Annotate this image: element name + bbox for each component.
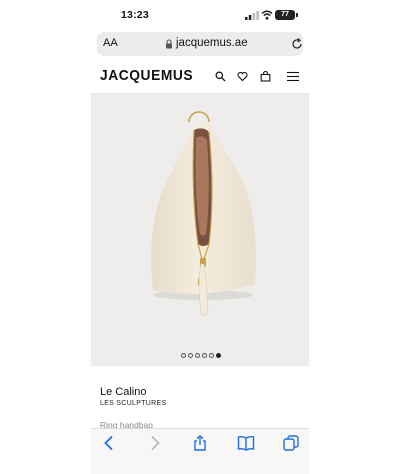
text-size-button[interactable]: AA: [103, 37, 118, 49]
product-image[interactable]: [91, 94, 309, 366]
carousel-dot[interactable]: [188, 353, 193, 358]
carousel-dot[interactable]: [216, 353, 221, 358]
bookmarks-icon[interactable]: [237, 435, 255, 451]
signal-icon: [245, 11, 259, 20]
carousel-dot[interactable]: [195, 353, 200, 358]
site-header: JACQUEMUS: [91, 58, 309, 94]
reload-icon[interactable]: [291, 38, 303, 50]
status-bar: 13:23 77: [91, 0, 309, 30]
battery-icon: 77: [275, 10, 295, 20]
search-icon[interactable]: [215, 71, 226, 82]
heart-icon[interactable]: [237, 71, 248, 82]
carousel-indicator: [181, 353, 221, 358]
browser-toolbar: [91, 428, 309, 474]
forward-icon[interactable]: [147, 435, 163, 451]
url-bar[interactable]: AA jacquemus.ae: [97, 32, 303, 56]
brand-logo[interactable]: JACQUEMUS: [100, 67, 193, 84]
carousel-dot[interactable]: [209, 353, 214, 358]
menu-icon[interactable]: [287, 71, 299, 82]
bag-icon[interactable]: [260, 71, 271, 82]
product-image-carousel[interactable]: [91, 94, 309, 366]
product-collection[interactable]: LES SCULPTURES: [100, 400, 166, 407]
share-icon[interactable]: [192, 435, 208, 451]
lock-icon: [166, 39, 172, 49]
battery-nub: [296, 13, 298, 17]
product-name: Le Calino: [100, 386, 147, 398]
url-domain[interactable]: jacquemus.ae: [176, 37, 248, 49]
browser-window: 13:23 77 AA jacquemus.ae JACQUEMUS Le Ca…: [91, 0, 309, 474]
status-time: 13:23: [121, 9, 149, 21]
carousel-dot[interactable]: [202, 353, 207, 358]
carousel-dot[interactable]: [181, 353, 186, 358]
back-icon[interactable]: [101, 435, 117, 451]
wifi-icon: [261, 10, 273, 20]
tabs-icon[interactable]: [283, 435, 299, 451]
